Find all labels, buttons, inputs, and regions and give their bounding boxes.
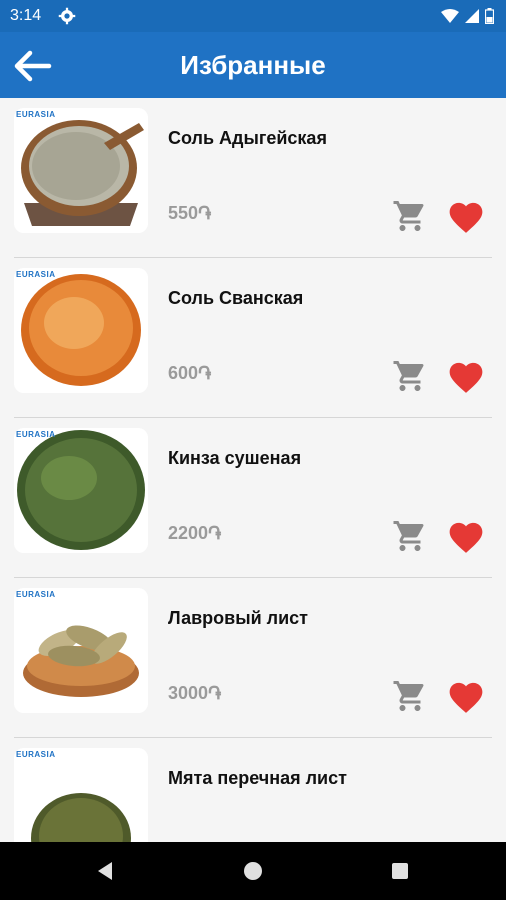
signal-icon [465, 9, 479, 23]
app-bar: Избранные [0, 32, 506, 98]
list-item[interactable]: EURASIA Соль Адыгейская 550֏ [14, 98, 492, 258]
cart-icon[interactable] [392, 518, 428, 554]
cart-icon[interactable] [392, 678, 428, 714]
coriander-image [14, 428, 148, 553]
product-image[interactable]: EURASIA [14, 108, 148, 233]
brand-logo-text: EURASIA [16, 430, 56, 439]
wifi-icon [441, 9, 459, 23]
cart-icon[interactable] [392, 198, 428, 234]
product-image[interactable]: EURASIA [14, 748, 148, 842]
product-name: Кинза сушеная [168, 448, 302, 468]
page-title: Избранные [180, 50, 326, 80]
battery-icon [485, 8, 494, 24]
bay-leaf-image [14, 588, 148, 713]
list-item[interactable]: EURASIA Соль Сванская 600֏ [14, 258, 492, 418]
product-price: 2200֏ [168, 523, 222, 543]
product-price: 600֏ [168, 363, 212, 383]
list-item[interactable]: EURASIA Кинза сушеная 2200֏ [14, 418, 492, 578]
favorite-heart-icon[interactable] [446, 358, 486, 394]
list-item[interactable]: EURASIA Лавровый лист 3000֏ [14, 578, 492, 738]
product-image[interactable]: EURASIA [14, 428, 148, 553]
system-nav-bar [0, 842, 506, 900]
nav-home-icon[interactable] [238, 856, 268, 886]
status-icons [441, 8, 494, 24]
status-time: 3:14 [10, 7, 42, 24]
product-name: Лавровый лист [168, 608, 308, 628]
product-name: Мята перечная лист [168, 768, 347, 788]
product-image[interactable]: EURASIA [14, 588, 148, 713]
favorite-heart-icon[interactable] [446, 518, 486, 554]
product-image[interactable]: EURASIA [14, 268, 148, 393]
cart-icon[interactable] [392, 358, 428, 394]
list-item[interactable]: EURASIA Мята перечная лист [14, 738, 492, 842]
nav-recents-icon[interactable] [385, 856, 415, 886]
product-name: Соль Сванская [168, 288, 304, 308]
status-bar: 3:14 [0, 0, 506, 32]
product-name: Соль Адыгейская [168, 128, 327, 148]
brand-logo-text: EURASIA [16, 270, 56, 279]
favorites-list[interactable]: EURASIA Соль Адыгейская 550֏ EURASIA Сол… [0, 98, 506, 842]
nav-back-icon[interactable] [90, 856, 120, 886]
svan-salt-image [14, 268, 148, 393]
product-price: 550֏ [168, 203, 212, 223]
brand-logo-text: EURASIA [16, 590, 56, 599]
favorite-heart-icon[interactable] [446, 678, 486, 714]
settings-gear-icon [58, 7, 76, 25]
salt-bowl-image [14, 108, 148, 233]
favorite-heart-icon[interactable] [446, 198, 486, 234]
mint-image [14, 748, 148, 842]
brand-logo-text: EURASIA [16, 110, 56, 119]
brand-logo-text: EURASIA [16, 750, 56, 759]
product-price: 3000֏ [168, 683, 222, 703]
